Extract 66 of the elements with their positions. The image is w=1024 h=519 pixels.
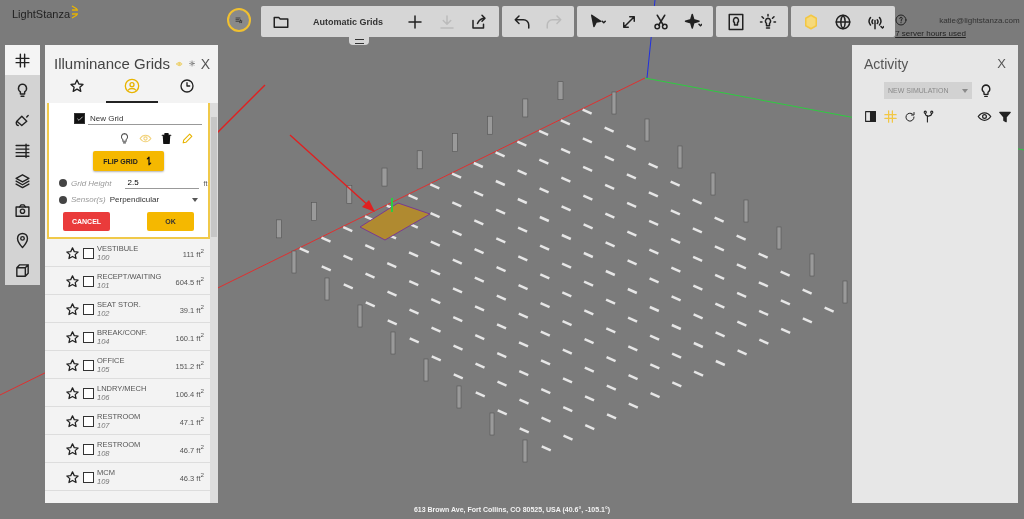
camera-icon xyxy=(14,201,31,219)
star-icon[interactable] xyxy=(65,469,80,485)
star-icon[interactable] xyxy=(65,329,80,345)
help-icon[interactable] xyxy=(895,14,908,26)
plus-icon xyxy=(406,12,425,31)
close-button[interactable]: X xyxy=(200,55,210,72)
star-icon[interactable] xyxy=(65,357,80,373)
bulb-rays-icon xyxy=(759,12,778,31)
star-icon[interactable] xyxy=(65,273,80,289)
checkbox[interactable] xyxy=(83,359,94,371)
app-logo: LightStanza xyxy=(12,8,71,20)
star-icon[interactable] xyxy=(65,245,80,261)
checkbox[interactable] xyxy=(83,275,94,287)
star-icon[interactable] xyxy=(65,385,80,401)
checkbox[interactable] xyxy=(83,303,94,315)
layers-icon xyxy=(14,171,31,189)
panel-title: Illuminance Grids xyxy=(54,55,170,72)
grid-height-field[interactable]: 2.5 xyxy=(125,177,200,189)
bulb-frame-icon xyxy=(727,12,746,31)
checkbox[interactable] xyxy=(83,387,94,399)
user-icon xyxy=(123,78,140,94)
project-name: Automatic Grids xyxy=(312,16,385,27)
checkbox[interactable] xyxy=(83,247,94,259)
map-pin-icon xyxy=(14,231,31,249)
globe-icon xyxy=(834,12,853,31)
trash-icon[interactable] xyxy=(160,132,173,145)
selected-grid-drawing xyxy=(359,197,431,241)
star-icon[interactable] xyxy=(65,441,80,457)
server-hours-link[interactable]: 7 server hours used xyxy=(895,29,966,38)
redo-icon xyxy=(545,12,564,31)
scissors-icon xyxy=(652,12,671,31)
download-icon xyxy=(438,12,457,31)
share-icon xyxy=(470,12,489,31)
checkbox[interactable] xyxy=(83,471,94,483)
caret-icon xyxy=(962,88,968,93)
list-lines-icon xyxy=(14,141,31,159)
checkbox[interactable] xyxy=(83,415,94,427)
sun-rays-icon xyxy=(71,4,80,20)
compass-icon xyxy=(684,12,703,31)
grid-name-field[interactable]: New Grid xyxy=(88,112,202,125)
checkbox[interactable] xyxy=(74,113,85,124)
caret-icon xyxy=(192,197,198,202)
field-label: Grid Height xyxy=(71,178,112,188)
checkbox[interactable] xyxy=(83,443,94,455)
star-icon xyxy=(68,78,85,94)
undo-icon xyxy=(513,12,532,31)
split-view-icon[interactable] xyxy=(864,110,877,123)
clock-icon xyxy=(178,78,195,94)
checkbox[interactable] xyxy=(83,331,94,343)
filter-icon[interactable] xyxy=(998,109,1012,124)
check-icon xyxy=(75,114,84,123)
user-email: katie@lightstanza.com xyxy=(939,15,1020,25)
sensor-dropdown[interactable]: Perpendicular xyxy=(109,195,198,204)
field-label: Sensor(s) xyxy=(71,195,106,204)
favorites-button[interactable] xyxy=(227,8,252,32)
collapse-handle[interactable] xyxy=(349,37,370,45)
refresh-icon[interactable] xyxy=(904,110,916,123)
panel-title: Activity xyxy=(864,55,909,72)
bulb-icon[interactable] xyxy=(118,132,131,145)
branch-icon[interactable] xyxy=(922,110,935,123)
star-icon[interactable] xyxy=(65,301,80,317)
star-icon[interactable] xyxy=(65,413,80,429)
scrollbar-thumb[interactable] xyxy=(211,117,217,237)
hash-icon xyxy=(14,51,31,69)
eye-icon[interactable] xyxy=(977,109,992,124)
side-rail-button[interactable] xyxy=(5,45,40,75)
